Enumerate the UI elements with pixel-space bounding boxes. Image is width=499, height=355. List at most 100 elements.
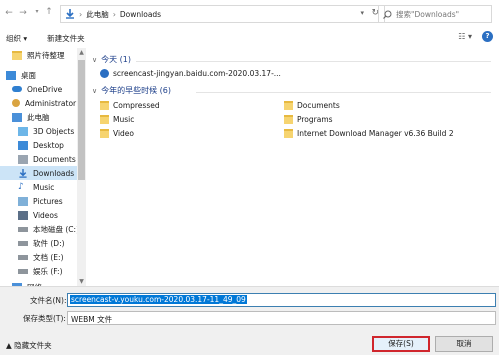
folder-item-compressed[interactable]: Compressed [100,101,160,110]
file-list: ∨ 今天 (1) screencast-jingyan.baidu.com-20… [88,48,499,286]
nav-item-label: Downloads [33,168,75,178]
folder-item-music[interactable]: Music [100,115,134,124]
save-panel: 文件名(N): screencast-v.youku.com-2020.03.1… [0,286,499,355]
media-file-icon [100,69,109,78]
folder-icon [100,129,109,138]
save-button[interactable]: 保存(S) [372,336,430,352]
pictures-icon [18,196,28,206]
desktop-icon [18,140,28,150]
file-name: Music [113,115,135,124]
nav-scrollbar-thumb[interactable] [78,60,85,180]
documents-icon [18,154,28,164]
file-name: Documents [297,101,340,110]
user-icon [12,99,20,107]
group-header-today[interactable]: ∨ 今天 (1) [92,54,131,65]
nav-item-this-pc[interactable]: 此电脑 [12,110,50,124]
nav-item-label: 桌面 [21,70,36,80]
search-icon [383,10,392,19]
drive-icon [18,254,28,260]
navigation-pane: 照片待整理 桌面 OneDrive Administrator 此电脑 3D O… [0,48,86,286]
search-input[interactable]: 搜索"Downloads" [378,5,492,23]
nav-item-pictures[interactable]: Pictures [18,194,63,208]
filename-input[interactable]: screencast-v.youku.com-2020.03.17-11_49_… [67,293,496,307]
organize-button[interactable]: 组织 ▾ [6,33,27,44]
nav-item-downloads[interactable]: Downloads [0,166,77,180]
drive-icon [18,240,28,246]
nav-item-drive-d[interactable]: 软件 (D:) [18,236,65,250]
back-icon[interactable]: ← [2,8,16,18]
filetype-label: 保存类型(T): [23,314,66,323]
address-bar[interactable]: › 此电脑 › Downloads ▾ ↻ [60,5,385,23]
computer-icon [12,112,22,122]
folder-item-programs[interactable]: Programs [284,115,333,124]
folder-icon [284,129,293,138]
file-name: Internet Download Manager v6.36 Build 2 [297,129,454,138]
nav-item-label: Music [33,182,55,192]
group-divider [136,61,491,62]
nav-item-drive-e[interactable]: 文档 (E:) [18,250,64,264]
breadcrumb-separator: › [112,9,116,19]
nav-item-3d-objects[interactable]: 3D Objects [18,124,74,138]
folder-icon [100,101,109,110]
file-name: Programs [297,115,333,124]
breadcrumb-separator: › [79,9,83,19]
nav-item-label: 软件 (D:) [33,238,65,248]
nav-item-label: Pictures [33,196,63,206]
download-folder-icon [66,9,74,19]
breadcrumb-this-pc[interactable]: 此电脑 [86,9,109,20]
nav-scrollbar[interactable]: ▲ ▼ [77,48,86,286]
file-name: Video [113,129,135,138]
nav-item-label: OneDrive [27,84,63,94]
collapse-icon[interactable]: ∨ [92,56,97,64]
nav-item-videos[interactable]: Videos [18,208,58,222]
drive-icon [18,226,28,232]
folder-item-idm[interactable]: Internet Download Manager v6.36 Build 2 [284,129,454,138]
up-icon[interactable]: ↑ [42,7,56,17]
cancel-button[interactable]: 取消 [435,336,493,352]
scroll-down-icon[interactable]: ▼ [77,278,86,285]
file-name: screencast-jingyan.baidu.com-2020.03.17-… [113,69,281,78]
nav-item-label: Videos [33,210,58,220]
folder-item-video[interactable]: Video [100,129,134,138]
nav-item-label: 照片待整理 [27,50,65,60]
folder-icon [284,115,293,124]
collapse-icon[interactable]: ∨ [92,87,97,95]
group-header-earlier[interactable]: ∨ 今年的早些时候 (6) [92,85,171,96]
toolbar: 组织 ▾ 新建文件夹 ☷ ▾ ? [0,28,499,48]
folder-item-documents[interactable]: Documents [284,101,340,110]
file-item-screencast[interactable]: screencast-jingyan.baidu.com-2020.03.17-… [100,69,281,78]
search-placeholder: 搜索"Downloads" [396,9,460,19]
folder-icon [12,50,22,60]
hide-folders-button[interactable]: ▲ 隐藏文件夹 [6,340,52,351]
desktop-icon [6,70,16,80]
nav-item-label: 本地磁盘 (C:) [33,224,79,234]
filename-value: screencast-v.youku.com-2020.03.17-11_49_… [70,295,247,304]
scroll-up-icon[interactable]: ▲ [77,49,86,56]
nav-item-documents[interactable]: Documents [18,152,76,166]
nav-item-desktop[interactable]: Desktop [18,138,64,152]
nav-item-drive-f[interactable]: 娱乐 (F:) [18,264,63,278]
address-dropdown-icon[interactable]: ▾ [360,9,364,17]
new-folder-button[interactable]: 新建文件夹 [47,33,85,44]
group-divider [196,92,491,93]
nav-item-desktop-root[interactable]: 桌面 [6,68,36,82]
help-icon[interactable]: ? [482,31,493,42]
folder-icon [284,101,293,110]
view-options-icon[interactable]: ☷ ▾ [458,32,472,41]
music-icon: ♪ [18,181,24,192]
nav-item-photos-folder[interactable]: 照片待整理 [12,48,65,62]
filetype-select[interactable]: WEBM 文件 [67,311,496,325]
nav-item-label: Documents [33,154,76,164]
nav-item-label: Administrator [25,98,77,108]
nav-item-administrator[interactable]: Administrator [12,96,76,110]
videos-icon [18,210,28,220]
breadcrumb-downloads[interactable]: Downloads [120,10,161,19]
nav-item-onedrive[interactable]: OneDrive [12,82,62,96]
filename-label: 文件名(N): [30,296,67,305]
address-row: ← → ▾ ↑ › 此电脑 › Downloads ▾ ↻ 搜索"Downloa… [0,0,499,28]
nav-item-music[interactable]: ♪ Music [18,180,54,194]
download-icon [19,168,27,178]
nav-item-drive-c[interactable]: 本地磁盘 (C:) [18,222,79,236]
forward-icon[interactable]: → [16,8,30,18]
drive-icon [18,268,28,274]
